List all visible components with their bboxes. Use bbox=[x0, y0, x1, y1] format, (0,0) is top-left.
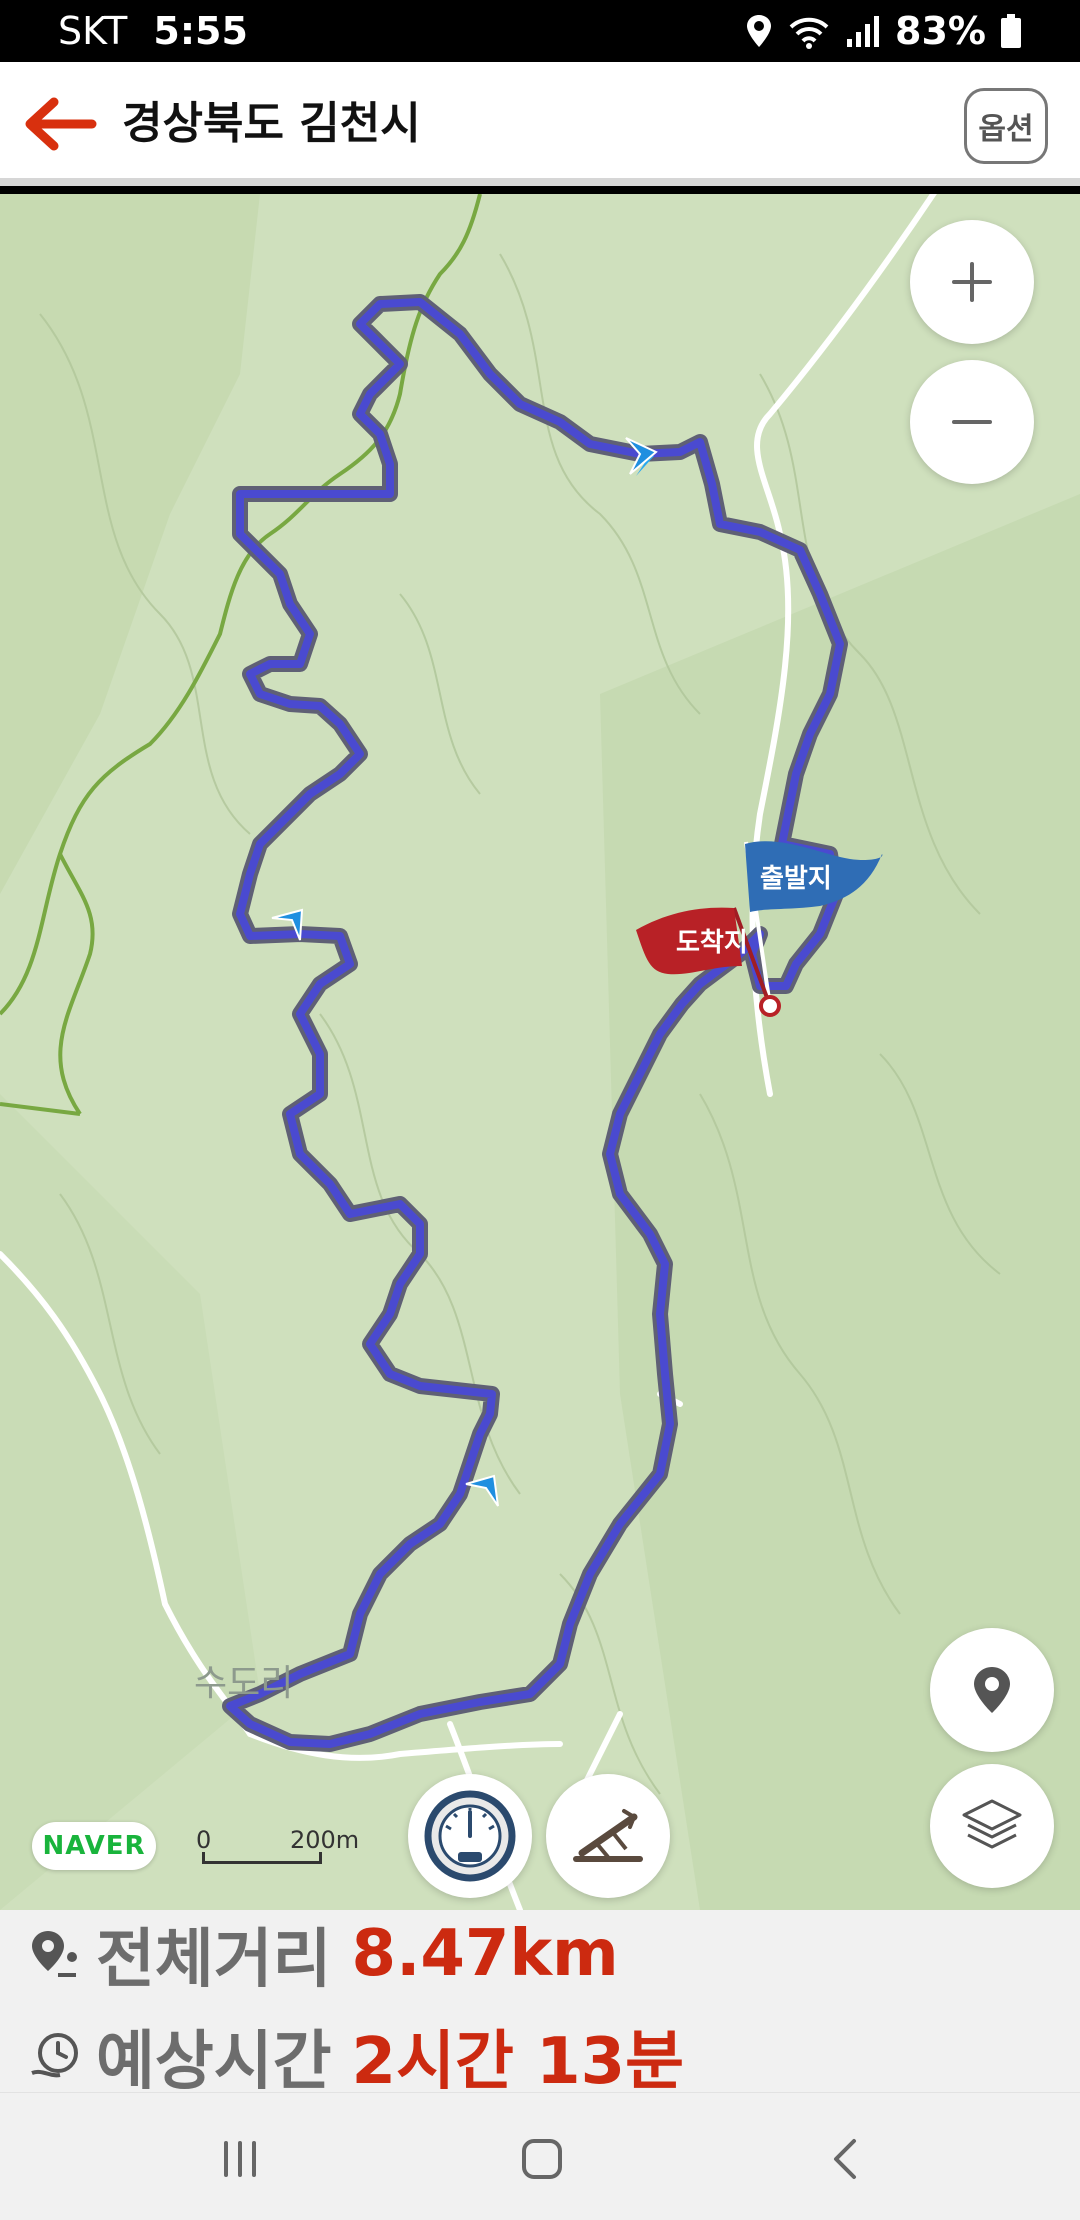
status-right: 83% bbox=[745, 8, 1022, 54]
speed-button[interactable] bbox=[408, 1774, 532, 1898]
start-flag-label: 출발지 bbox=[760, 864, 832, 894]
system-nav-bar bbox=[0, 2092, 1080, 2220]
status-left: SKT 5:55 bbox=[58, 8, 248, 54]
clock-icon bbox=[31, 2033, 78, 2078]
naver-logo: NAVER bbox=[32, 1822, 156, 1870]
time-label: 예상시간 bbox=[96, 2025, 332, 2099]
map-layers-button[interactable] bbox=[930, 1764, 1054, 1888]
distance-pin-icon bbox=[32, 1931, 77, 1977]
scale-start-label: 0 bbox=[196, 1826, 212, 1854]
time-row: 예상시간 2시간 13분 bbox=[28, 2016, 684, 2099]
place-label: 수도리 bbox=[194, 1663, 294, 1704]
map-scale: 0 200m bbox=[196, 1826, 366, 1870]
route-info-panel: 전체거리 8.47km 예상시간 2시간 13분 bbox=[0, 1910, 1080, 2099]
slope-icon bbox=[573, 1809, 643, 1862]
slope-button[interactable] bbox=[546, 1774, 670, 1898]
status-bar: SKT 5:55 83% bbox=[0, 0, 1080, 62]
carrier-label: SKT bbox=[58, 9, 128, 53]
battery-percent: 83% bbox=[895, 9, 986, 53]
my-location-button[interactable] bbox=[930, 1628, 1054, 1752]
distance-row: 전체거리 8.47km bbox=[28, 1914, 619, 1997]
chevron-left-icon bbox=[834, 2139, 856, 2179]
back-arrow-icon bbox=[25, 97, 97, 151]
end-flag-label: 도착지 bbox=[676, 928, 748, 958]
recent-apps-button[interactable] bbox=[200, 2127, 280, 2191]
time-value: 2시간 13분 bbox=[351, 2025, 685, 2099]
distance-value: 8.47km bbox=[351, 1917, 619, 1991]
clock-time: 5:55 bbox=[153, 9, 248, 53]
location-pin-icon bbox=[974, 1667, 1010, 1713]
minus-icon bbox=[952, 420, 992, 424]
zoom-in-button[interactable] bbox=[910, 220, 1034, 344]
system-back-button[interactable] bbox=[806, 2127, 886, 2191]
page-title: 경상북도 김천시 bbox=[122, 98, 421, 149]
location-status-icon bbox=[747, 15, 772, 47]
recent-apps-icon bbox=[224, 2141, 256, 2177]
speedometer-icon bbox=[424, 1790, 516, 1882]
zoom-out-button[interactable] bbox=[910, 360, 1034, 484]
end-point-marker bbox=[759, 995, 781, 1017]
wifi-icon bbox=[789, 17, 829, 49]
signal-icon bbox=[847, 16, 880, 47]
home-icon bbox=[522, 2139, 562, 2179]
app-header: 경상북도 김천시 옵션 bbox=[0, 62, 1080, 186]
scale-end-label: 200m bbox=[290, 1826, 360, 1854]
home-button[interactable] bbox=[502, 2127, 582, 2191]
distance-label: 전체거리 bbox=[96, 1923, 332, 1997]
scale-bar bbox=[202, 1852, 322, 1864]
option-button[interactable]: 옵션 bbox=[964, 88, 1048, 164]
map-view[interactable]: 출발지 도착지 수도리 NAVER 0 200m bbox=[0, 194, 1080, 1910]
layers-icon bbox=[962, 1799, 1022, 1849]
plus-icon bbox=[952, 262, 992, 302]
battery-icon bbox=[1001, 14, 1021, 48]
back-button[interactable] bbox=[20, 92, 100, 156]
